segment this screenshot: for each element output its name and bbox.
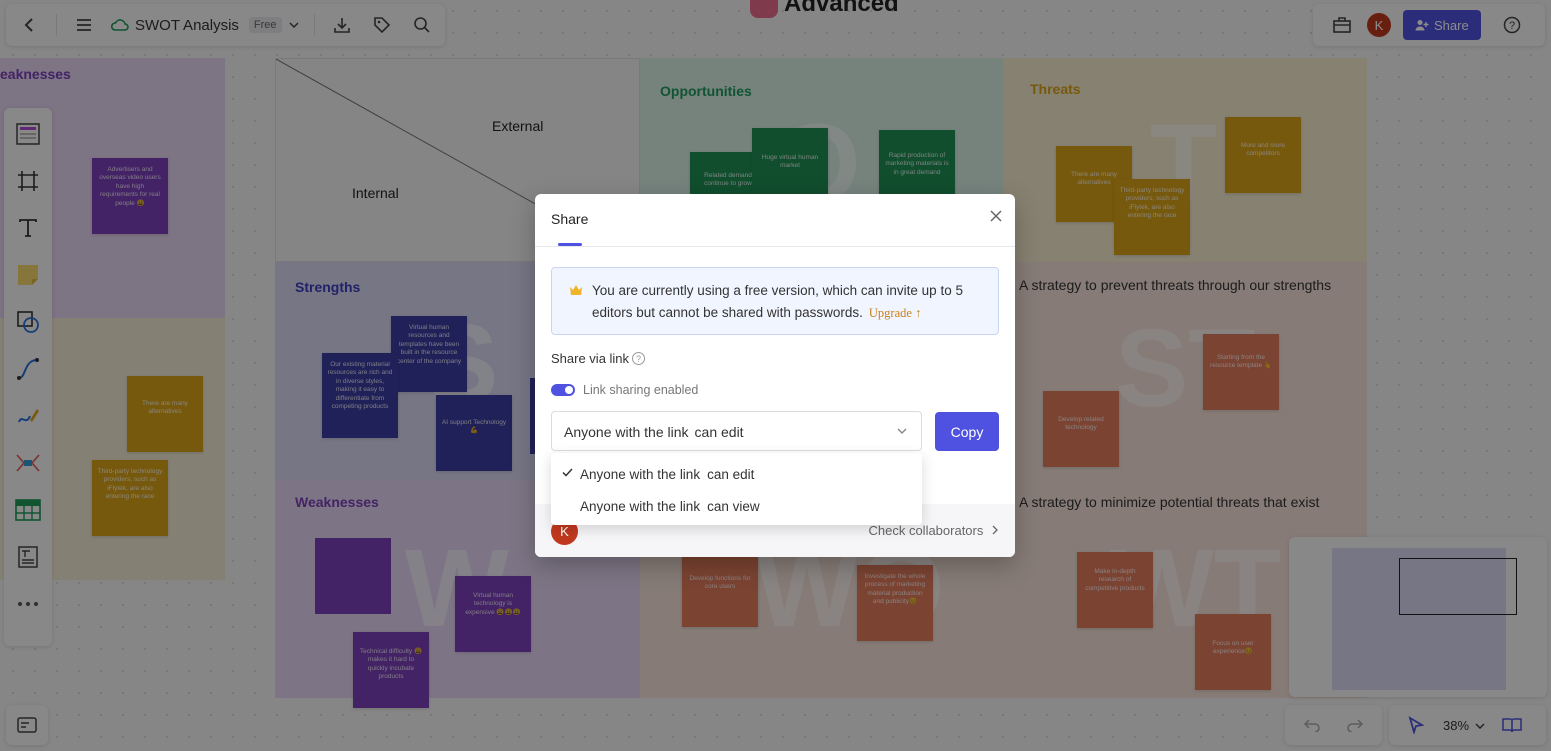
check-icon bbox=[562, 466, 573, 480]
check-collaborators-label: Check collaborators bbox=[868, 523, 984, 538]
share-dialog: Share You are currently using a free ver… bbox=[535, 194, 1015, 557]
active-tab-indicator bbox=[558, 243, 582, 246]
chevron-right-icon bbox=[987, 523, 998, 538]
select-permission: can edit bbox=[694, 424, 744, 440]
upgrade-label: Upgrade bbox=[868, 306, 912, 320]
option-permission: can edit bbox=[707, 466, 755, 482]
close-icon[interactable] bbox=[990, 206, 1002, 227]
permission-dropdown: Anyone with the link can edit Anyone with… bbox=[551, 453, 922, 525]
option-prefix: Anyone with the link bbox=[580, 466, 701, 482]
option-can-view[interactable]: Anyone with the link can view bbox=[551, 490, 922, 522]
free-version-notice: You are currently using a free version, … bbox=[551, 267, 999, 335]
share-via-link-text: Share via link bbox=[551, 351, 630, 366]
upgrade-arrow-icon: ↑ bbox=[911, 306, 922, 320]
chevron-down-icon bbox=[897, 423, 907, 437]
help-icon[interactable]: ? bbox=[632, 352, 646, 365]
share-dialog-title[interactable]: Share bbox=[551, 211, 588, 227]
check-collaborators-link[interactable]: Check collaborators bbox=[868, 523, 998, 538]
copy-button[interactable]: Copy bbox=[935, 412, 999, 451]
select-prefix: Anyone with the link bbox=[564, 424, 689, 440]
upgrade-link[interactable]: Upgrade ↑ bbox=[869, 306, 921, 320]
option-prefix: Anyone with the link bbox=[580, 498, 701, 514]
link-sharing-toggle[interactable] bbox=[551, 384, 575, 396]
share-via-link-label: Share via link? bbox=[551, 351, 646, 366]
link-sharing-label: Link sharing enabled bbox=[583, 383, 699, 397]
crown-icon bbox=[569, 281, 583, 303]
permission-select[interactable]: Anyone with the link can edit bbox=[551, 411, 922, 451]
share-dialog-header: Share bbox=[535, 194, 1015, 247]
option-permission: can view bbox=[707, 498, 760, 514]
option-can-edit[interactable]: Anyone with the link can edit bbox=[551, 458, 922, 490]
